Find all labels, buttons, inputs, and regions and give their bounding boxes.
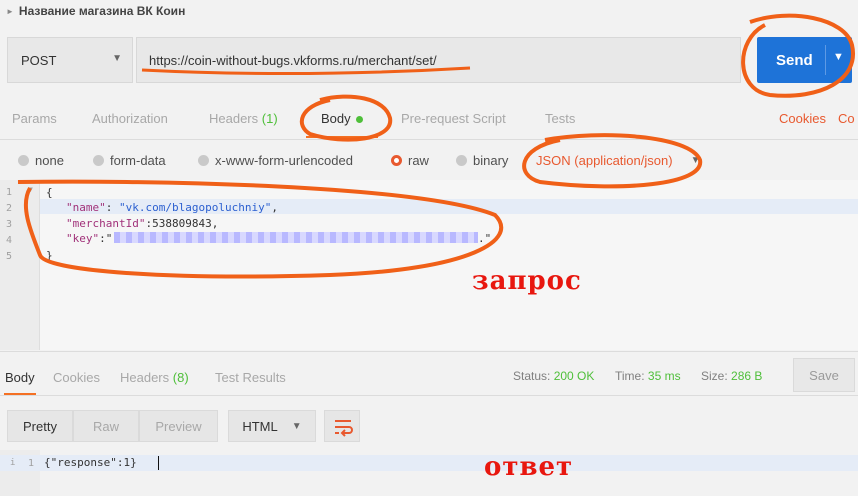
body-indicator-dot-icon [355,116,363,124]
response-annotation: ответ [484,452,574,482]
response-tab-body[interactable]: Body [5,370,35,385]
cookies-link[interactable]: Cookies [779,111,826,126]
code-line-5: } [46,249,53,262]
tab-headers-label: Headers [209,111,259,126]
save-response-button[interactable]: Save [793,358,855,392]
response-tab-cookies[interactable]: Cookies [53,370,100,385]
view-pretty-button[interactable]: Pretty [7,410,73,442]
code-line-3: "merchantId":538809843, [66,217,218,230]
method-value: POST [21,52,57,68]
save-label: Save [809,367,839,383]
radio-binary-label: binary [473,153,509,168]
view-raw-button[interactable]: Raw [73,410,139,442]
code-line-1: { [46,186,53,199]
format-value: HTML [242,418,278,434]
json-value-merchant-id: :538809843, [145,217,219,230]
request-annotation: запрос [472,266,582,296]
wrap-lines-icon [335,420,353,437]
json-key-prefix: :" [99,232,113,245]
url-value: https://coin-without-bugs.vkforms.ru/mer… [149,52,437,68]
json-key-key: "key" [66,232,100,245]
json-key-merchant-id: "merchantId" [66,217,146,230]
code-line-2: "name": "vk.com/blagopoluchniy", [66,201,278,214]
size-label: Size: [701,369,728,383]
send-divider [825,45,826,75]
line-number: 4 [6,235,13,246]
radio-form-data[interactable]: form-data [93,153,166,168]
info-icon: i [10,458,16,468]
radio-none[interactable]: none [18,153,64,168]
code-link[interactable]: Co [838,111,855,126]
status-info: Status: 200 OK [513,369,594,383]
content-type-select[interactable]: JSON (application/json) ▼ [536,153,700,168]
radio-raw-label: raw [408,153,429,168]
tabs-divider [0,139,858,140]
status-value: 200 OK [553,369,595,383]
radio-circle-icon [456,155,467,166]
view-preview-button[interactable]: Preview [139,410,218,442]
radio-form-data-label: form-data [110,153,166,168]
tab-headers-count: (1) [261,111,278,126]
radio-circle-icon [198,155,209,166]
tab-tests[interactable]: Tests [545,111,575,126]
json-key-suffix: ." [478,232,492,245]
status-label: Status: [513,369,551,383]
collapse-triangle-icon[interactable]: ► [6,7,14,16]
line-number: 3 [6,219,13,230]
redacted-key-value [114,232,478,243]
json-value-name: "vk.com/blagopoluchniy" [119,201,272,214]
json-comma: , [271,201,278,214]
time-info: Time: 35 ms [615,369,681,383]
request-title: Название магазина ВК Коин [18,4,186,18]
response-line-number: 1 [28,458,35,469]
radio-binary[interactable]: binary [456,153,508,168]
tab-authorization[interactable]: Authorization [92,111,168,126]
send-label: Send [776,51,813,69]
content-type-value: JSON (application/json) [536,153,673,168]
response-tab-headers-label: Headers [120,370,170,385]
url-input[interactable]: https://coin-without-bugs.vkforms.ru/mer… [136,37,741,83]
response-tab-headers-count: (8) [172,370,189,385]
tab-headers[interactable]: Headers (1) [209,111,278,126]
code-line-4: "key":" [66,232,112,245]
send-options-chevron-icon[interactable]: ▼ [833,51,844,63]
radio-urlencoded-label: x-www-form-urlencoded [215,153,353,168]
tab-body-label: Body [321,111,351,126]
json-colon: : [105,201,119,214]
collection-title: ► Название магазина ВК Коин [6,3,185,19]
chevron-down-icon: ▼ [112,53,122,64]
response-divider [0,351,858,352]
active-tab-underline [306,136,378,138]
tab-pre-request-script[interactable]: Pre-request Script [401,111,506,126]
tab-params[interactable]: Params [12,111,57,126]
response-tab-test-results[interactable]: Test Results [215,370,286,385]
line-number: 1 [6,187,13,198]
response-body[interactable]: {"response":1} [44,456,137,469]
radio-selected-icon [391,155,402,166]
tab-body[interactable]: Body [321,111,363,126]
wrap-lines-button[interactable] [324,410,360,442]
method-select[interactable]: POST ▼ [7,37,133,83]
radio-raw[interactable]: raw [391,153,429,168]
text-cursor [158,456,159,470]
size-value: 286 B [731,369,763,383]
chevron-down-icon: ▼ [690,155,701,166]
radio-none-label: none [35,153,64,168]
line-number: 5 [6,251,13,262]
radio-circle-icon [93,155,104,166]
size-info: Size: 286 B [701,369,762,383]
chevron-down-icon: ▼ [291,420,302,432]
send-button[interactable]: Send ▼ [757,37,852,83]
response-tab-headers[interactable]: Headers (8) [120,370,189,385]
json-key-name: "name" [66,201,106,214]
line-number: 2 [6,203,13,214]
radio-x-www-form-urlencoded[interactable]: x-www-form-urlencoded [198,153,353,168]
fold-arrow-icon[interactable]: ▼ [28,185,33,194]
time-label: Time: [615,369,645,383]
radio-circle-icon [18,155,29,166]
response-tabs-divider [0,395,858,396]
time-value: 35 ms [647,369,681,383]
format-select[interactable]: HTML ▼ [228,410,316,442]
